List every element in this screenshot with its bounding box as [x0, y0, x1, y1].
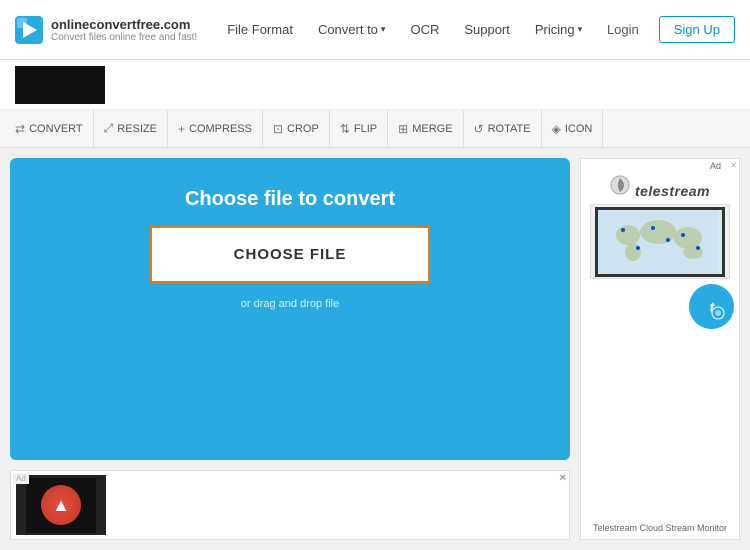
login-button[interactable]: Login: [597, 17, 649, 42]
tool-resize[interactable]: ⤢ RESIZE: [94, 110, 168, 147]
left-panel: Choose file to convert CHOOSE FILE or dr…: [10, 158, 570, 540]
header: onlineconvertfree.com Convert files onli…: [0, 0, 750, 60]
convert-box: Choose file to convert CHOOSE FILE or dr…: [10, 158, 570, 460]
logo-area: onlineconvertfree.com Convert files onli…: [15, 16, 197, 44]
bottom-ad-banner: Ad ✕ ▲: [10, 470, 570, 540]
resize-icon: ⤢: [104, 121, 114, 136]
map-screen: [595, 207, 725, 277]
rotate-icon: ↺: [474, 122, 484, 136]
main-nav: File Format Convert to ▾ OCR Support Pri…: [217, 14, 597, 45]
tool-icon[interactable]: ◈ ICON: [542, 110, 604, 147]
telestream-brand: telestream: [635, 183, 710, 199]
tool-toolbar: ⇄ CONVERT ⤢ RESIZE + COMPRESS ⊡ CROP ⇅ F…: [0, 110, 750, 148]
convert-to-arrow: ▾: [381, 24, 386, 35]
icon-tool-icon: ◈: [552, 122, 561, 136]
map-svg: [598, 210, 718, 274]
nav-convert-to[interactable]: Convert to ▾: [308, 14, 396, 45]
badge-area: t: [581, 279, 739, 329]
bottom-ad-image: ▲: [16, 475, 106, 535]
tool-convert[interactable]: ⇄ CONVERT: [5, 110, 94, 147]
telestream-map: [590, 204, 730, 279]
convert-title: Choose file to convert: [185, 188, 395, 211]
main-area: Choose file to convert CHOOSE FILE or dr…: [0, 148, 750, 550]
nav-support[interactable]: Support: [454, 14, 520, 45]
tool-rotate[interactable]: ↺ ROTATE: [464, 110, 542, 147]
compress-icon: +: [178, 122, 185, 136]
right-ad-panel: Ad ✕ telestream: [580, 158, 740, 540]
right-ad-close[interactable]: ✕: [730, 161, 737, 170]
logo-title: onlineconvertfree.com: [51, 17, 197, 32]
top-ad-banner: [0, 60, 750, 110]
right-ad-x: Ad: [710, 161, 721, 171]
telestream-logo-icon: [610, 175, 630, 195]
nav-pricing[interactable]: Pricing ▾: [525, 14, 592, 45]
tool-crop[interactable]: ⊡ CROP: [263, 110, 330, 147]
tool-merge[interactable]: ⊞ MERGE: [388, 110, 463, 147]
telestream-badge: t: [689, 284, 734, 329]
logo-icon: [15, 16, 43, 44]
tool-compress[interactable]: + COMPRESS: [168, 110, 263, 147]
drag-drop-text: or drag and drop file: [241, 298, 339, 310]
nav-ocr[interactable]: OCR: [400, 14, 449, 45]
telestream-header: telestream: [610, 171, 710, 199]
telestream-footer: Telestream Cloud Stream Monitor: [588, 520, 732, 536]
bottom-ad-label: Ad: [13, 473, 29, 484]
right-ad: Ad ✕ telestream: [580, 158, 740, 540]
logo-subtitle: Convert files online free and fast!: [51, 32, 197, 43]
merge-icon: ⊞: [398, 122, 408, 136]
flip-icon: ⇅: [340, 122, 350, 136]
header-right: Login Sign Up: [597, 16, 735, 43]
nav-file-format[interactable]: File Format: [217, 14, 303, 45]
signup-button[interactable]: Sign Up: [659, 16, 735, 43]
telestream-t-icon: t: [698, 293, 726, 321]
logo-text-area: onlineconvertfree.com Convert files onli…: [51, 17, 197, 43]
bottom-ad-close[interactable]: ✕: [559, 473, 567, 484]
crop-icon: ⊡: [273, 122, 283, 136]
choose-file-button[interactable]: CHOOSE FILE: [150, 226, 430, 283]
pricing-arrow: ▾: [578, 24, 583, 35]
top-ad-image: [15, 66, 105, 104]
tool-flip[interactable]: ⇅ FLIP: [330, 110, 388, 147]
convert-icon: ⇄: [15, 122, 25, 136]
